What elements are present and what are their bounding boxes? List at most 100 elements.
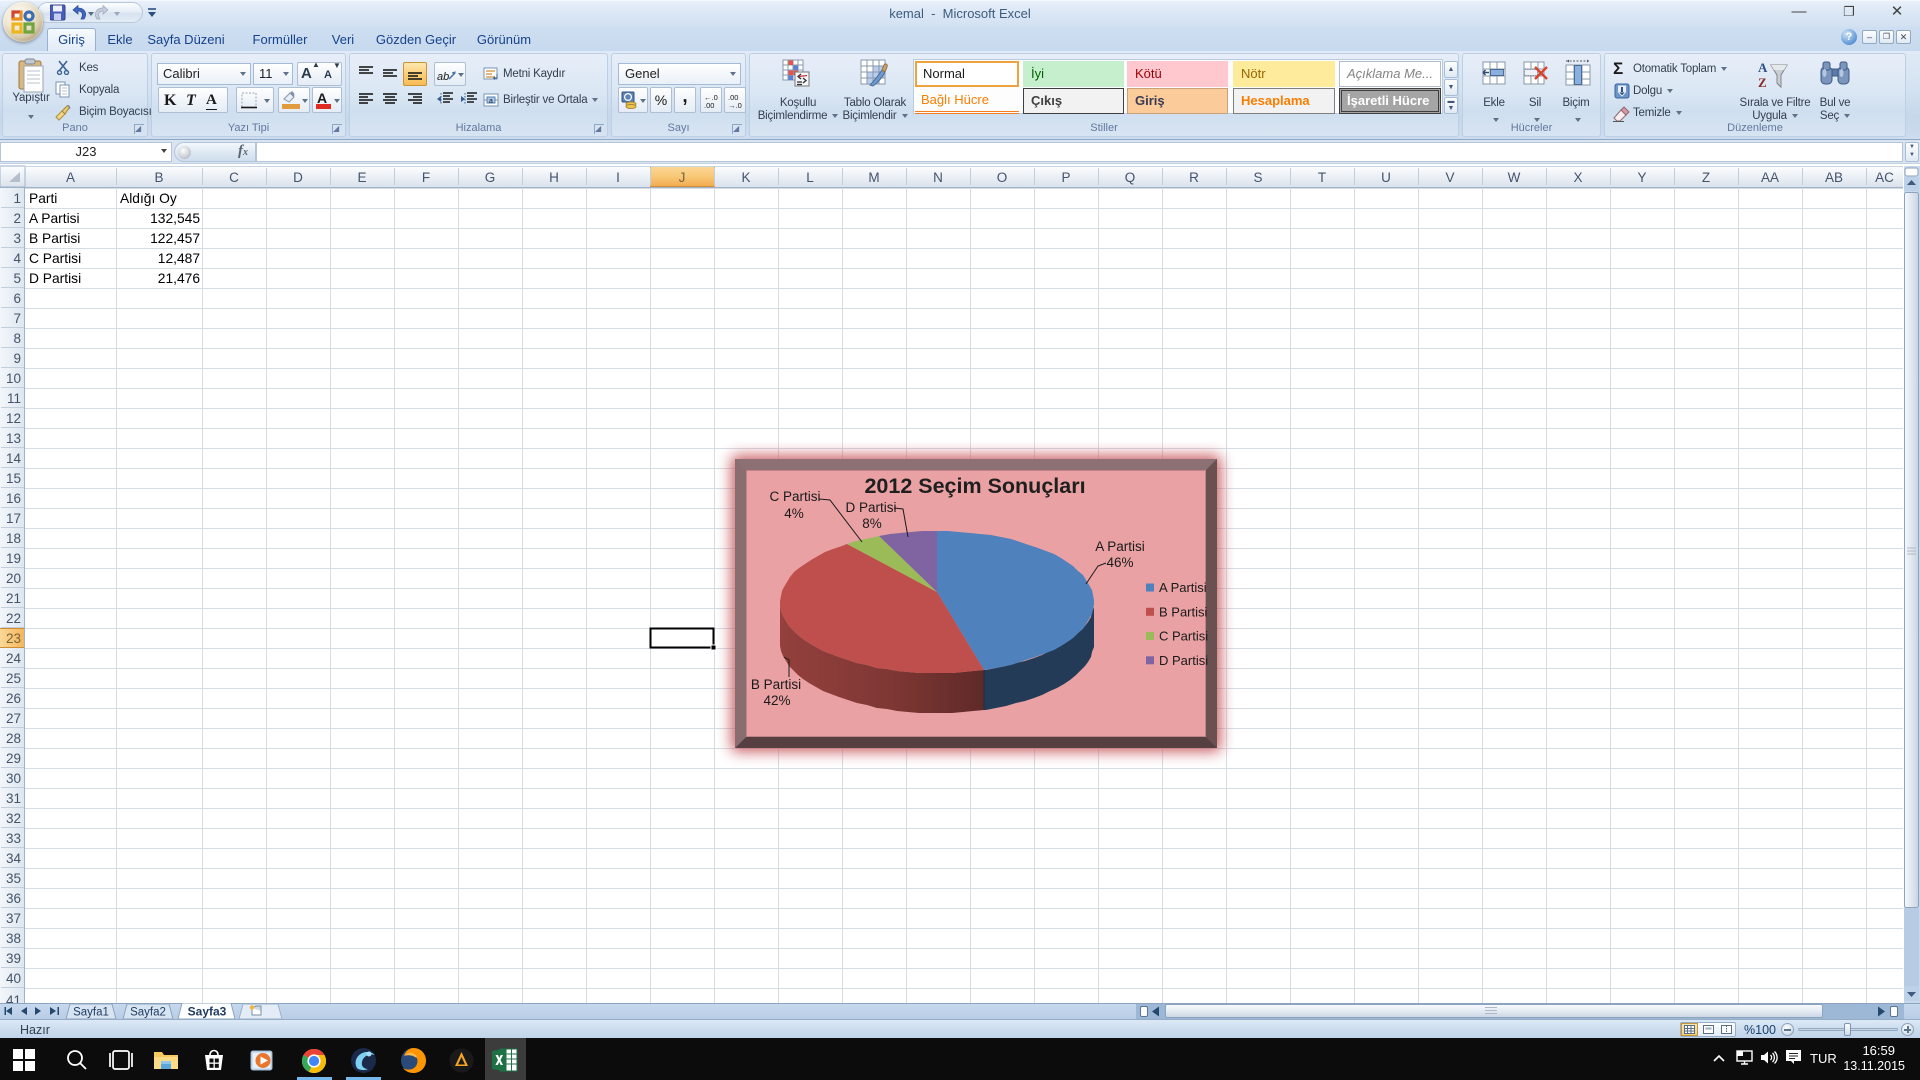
- svg-text:15: 15: [6, 471, 21, 486]
- svg-text:AA: AA: [1761, 170, 1779, 185]
- svg-text:122,457: 122,457: [150, 231, 200, 246]
- svg-text:29: 29: [6, 751, 21, 766]
- svg-text:11: 11: [7, 391, 21, 406]
- svg-text:25: 25: [6, 671, 21, 686]
- svg-text:.00: .00: [704, 101, 714, 110]
- svg-text:P: P: [1061, 170, 1070, 185]
- svg-text:S: S: [1253, 170, 1262, 185]
- svg-text:38: 38: [6, 931, 21, 946]
- svg-text:C: C: [229, 170, 239, 185]
- svg-text:46%: 46%: [1106, 555, 1133, 570]
- svg-text:27: 27: [6, 711, 21, 726]
- svg-text:40: 40: [6, 971, 21, 986]
- svg-text:17: 17: [6, 511, 21, 526]
- svg-text:26: 26: [6, 691, 21, 706]
- svg-text:Z: Z: [1758, 75, 1767, 90]
- svg-text:K: K: [741, 170, 750, 185]
- svg-text:6: 6: [13, 291, 21, 306]
- svg-text:28: 28: [6, 731, 21, 746]
- svg-text:R: R: [1189, 170, 1199, 185]
- svg-text:10: 10: [6, 371, 21, 386]
- svg-text:X: X: [1573, 170, 1582, 185]
- svg-text:23: 23: [6, 631, 21, 646]
- svg-text:U: U: [1381, 170, 1391, 185]
- svg-text:C Partisi: C Partisi: [29, 251, 81, 266]
- svg-text:J: J: [679, 170, 686, 185]
- svg-text:A: A: [66, 170, 75, 185]
- svg-text:D Partisi: D Partisi: [29, 271, 81, 286]
- svg-text:V: V: [1445, 170, 1454, 185]
- svg-text:8%: 8%: [862, 516, 882, 531]
- svg-text:20: 20: [6, 571, 21, 586]
- svg-text:E: E: [357, 170, 366, 185]
- svg-text:D: D: [293, 170, 303, 185]
- svg-text:5: 5: [13, 271, 21, 286]
- svg-text:AC: AC: [1875, 170, 1894, 185]
- svg-text:36: 36: [6, 891, 21, 906]
- svg-text:14: 14: [6, 451, 22, 466]
- svg-text:2: 2: [13, 211, 21, 226]
- svg-text:T: T: [1318, 170, 1326, 185]
- svg-text:Sayfa3: Sayfa3: [188, 1005, 227, 1019]
- svg-text:Y: Y: [1637, 170, 1646, 185]
- svg-text:C Partisi: C Partisi: [769, 489, 820, 504]
- svg-text:132,545: 132,545: [150, 211, 200, 226]
- svg-text:A: A: [1758, 60, 1768, 75]
- svg-text:30: 30: [6, 771, 21, 786]
- svg-text:19: 19: [6, 551, 21, 566]
- svg-text:I: I: [616, 170, 620, 185]
- svg-text:A Partisi: A Partisi: [29, 211, 80, 226]
- svg-text:N: N: [933, 170, 943, 185]
- svg-text:21,476: 21,476: [158, 271, 201, 286]
- svg-text:16: 16: [6, 491, 21, 506]
- svg-text:37: 37: [6, 911, 21, 926]
- svg-text:8: 8: [13, 331, 21, 346]
- svg-text:H: H: [549, 170, 559, 185]
- svg-text:9: 9: [13, 351, 21, 366]
- svg-text:Q: Q: [1125, 170, 1136, 185]
- svg-text:A Partisi: A Partisi: [1159, 580, 1207, 595]
- svg-text:a: a: [489, 98, 493, 105]
- svg-text:24: 24: [6, 651, 22, 666]
- svg-text:3: 3: [13, 231, 21, 246]
- svg-text:→.0: →.0: [728, 101, 742, 110]
- svg-text:Parti: Parti: [29, 191, 57, 206]
- svg-text:G: G: [485, 170, 496, 185]
- svg-text:B Partisi: B Partisi: [751, 677, 801, 692]
- svg-text:22: 22: [6, 611, 21, 626]
- svg-text:33: 33: [6, 831, 21, 846]
- svg-text:42%: 42%: [763, 693, 790, 708]
- svg-text:39: 39: [6, 951, 21, 966]
- svg-text:C Partisi: C Partisi: [1159, 629, 1208, 644]
- svg-text:21: 21: [6, 591, 21, 606]
- svg-text:W: W: [1508, 170, 1521, 185]
- svg-text:4: 4: [13, 251, 21, 266]
- svg-text:7: 7: [13, 311, 21, 326]
- svg-text:4%: 4%: [784, 506, 804, 521]
- svg-text:2012 Seçim Sonuçları: 2012 Seçim Sonuçları: [864, 474, 1085, 498]
- svg-text:D Partisi: D Partisi: [845, 500, 896, 515]
- svg-text:M: M: [868, 170, 879, 185]
- svg-text:34: 34: [6, 851, 22, 866]
- svg-text:1: 1: [13, 191, 21, 206]
- svg-text:B Partisi: B Partisi: [1159, 604, 1208, 619]
- svg-text:12,487: 12,487: [158, 251, 200, 266]
- svg-text:35: 35: [6, 871, 21, 886]
- svg-text:Sayfa2: Sayfa2: [130, 1007, 166, 1019]
- svg-text:Z: Z: [1702, 170, 1710, 185]
- svg-text:O: O: [997, 170, 1008, 185]
- svg-text:F: F: [422, 170, 430, 185]
- svg-text:41: 41: [6, 993, 21, 1003]
- svg-text:B: B: [154, 170, 163, 185]
- svg-text:32: 32: [6, 811, 21, 826]
- svg-text:Sayfa1: Sayfa1: [73, 1007, 109, 1019]
- svg-text:Aldığı Oy: Aldığı Oy: [120, 191, 177, 206]
- svg-text:A Partisi: A Partisi: [1095, 539, 1145, 554]
- svg-text:18: 18: [6, 531, 21, 546]
- svg-text:D Partisi: D Partisi: [1159, 653, 1208, 668]
- svg-text:13: 13: [6, 431, 21, 446]
- svg-text:31: 31: [6, 791, 21, 806]
- svg-text:L: L: [806, 170, 814, 185]
- svg-text:12: 12: [6, 411, 21, 426]
- svg-text:ab: ab: [437, 71, 449, 83]
